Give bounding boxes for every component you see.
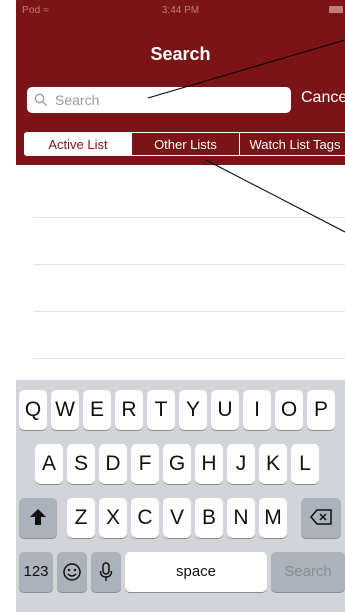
key-u[interactable]: U xyxy=(211,390,239,430)
key-p[interactable]: P xyxy=(307,390,335,430)
results-list xyxy=(16,165,345,380)
numbers-key[interactable]: 123 xyxy=(19,552,53,592)
key-l[interactable]: L xyxy=(291,444,319,484)
microphone-icon xyxy=(99,562,113,581)
search-placeholder: Search xyxy=(55,92,100,108)
search-return-key[interactable]: Search xyxy=(271,552,345,592)
key-z[interactable]: Z xyxy=(67,498,95,538)
segment-watch-list-tags[interactable]: Watch List Tags xyxy=(240,132,345,156)
keyboard: Q W E R T Y U I O P A S D F G H J K L Z … xyxy=(16,380,345,612)
phone-screen: Pod ≈ 3:44 PM Search Search Cancel Activ… xyxy=(16,0,345,612)
battery-icon xyxy=(329,6,343,13)
key-q[interactable]: Q xyxy=(19,390,47,430)
page-title: Search xyxy=(150,44,211,64)
key-a[interactable]: A xyxy=(35,444,63,484)
list-segmented-control: Active List Other Lists Watch List Tags xyxy=(16,132,345,156)
key-c[interactable]: C xyxy=(131,498,159,538)
key-o[interactable]: O xyxy=(275,390,303,430)
key-r[interactable]: R xyxy=(115,390,143,430)
list-row-separator xyxy=(34,358,345,359)
segment-active-list[interactable]: Active List xyxy=(24,132,132,156)
key-s[interactable]: S xyxy=(67,444,95,484)
cancel-button[interactable]: Cancel xyxy=(301,89,345,107)
key-i[interactable]: I xyxy=(243,390,271,430)
key-n[interactable]: N xyxy=(227,498,255,538)
key-k[interactable]: K xyxy=(259,444,287,484)
key-w[interactable]: W xyxy=(51,390,79,430)
key-m[interactable]: M xyxy=(259,498,287,538)
key-b[interactable]: B xyxy=(195,498,223,538)
key-g[interactable]: G xyxy=(163,444,191,484)
emoji-icon xyxy=(63,563,81,581)
key-j[interactable]: J xyxy=(227,444,255,484)
key-d[interactable]: D xyxy=(99,444,127,484)
backspace-icon xyxy=(310,509,332,525)
list-row-separator xyxy=(34,264,345,265)
header: Pod ≈ 3:44 PM Search Search Cancel Activ… xyxy=(16,0,345,165)
list-row-separator xyxy=(34,217,345,218)
status-bar: Pod ≈ 3:44 PM xyxy=(16,0,345,22)
key-e[interactable]: E xyxy=(83,390,111,430)
key-h[interactable]: H xyxy=(195,444,223,484)
status-time: 3:44 PM xyxy=(161,5,200,16)
segment-other-lists[interactable]: Other Lists xyxy=(132,132,240,156)
key-x[interactable]: X xyxy=(99,498,127,538)
search-input[interactable]: Search xyxy=(27,87,291,113)
search-icon xyxy=(34,93,47,106)
key-y[interactable]: Y xyxy=(179,390,207,430)
dictation-key[interactable] xyxy=(91,552,121,592)
shift-arrow-icon xyxy=(30,509,46,525)
backspace-key[interactable] xyxy=(301,498,341,538)
key-t[interactable]: T xyxy=(147,390,175,430)
emoji-key[interactable] xyxy=(57,552,87,592)
shift-key[interactable] xyxy=(19,498,57,538)
space-key[interactable]: space xyxy=(125,552,267,592)
key-f[interactable]: F xyxy=(131,444,159,484)
key-v[interactable]: V xyxy=(163,498,191,538)
list-row-separator xyxy=(34,311,345,312)
